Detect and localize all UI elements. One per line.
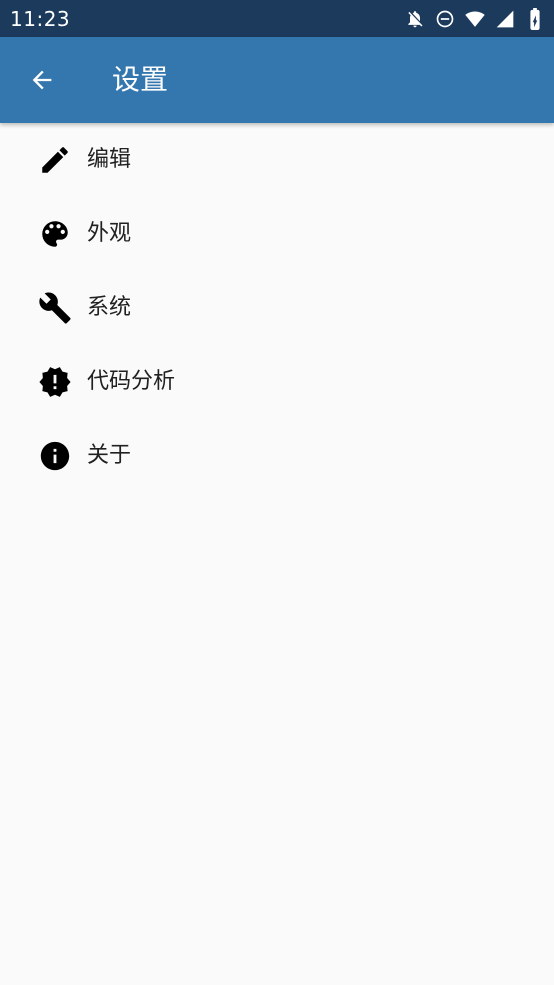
- notifications-off-icon: [404, 8, 426, 30]
- menu-item-code-analysis[interactable]: 代码分析: [0, 345, 554, 419]
- menu-item-label: 外观: [87, 221, 132, 246]
- menu-item-appearance[interactable]: 外观: [0, 197, 554, 271]
- menu-item-system[interactable]: 系统: [0, 271, 554, 345]
- cell-signal-icon: [494, 8, 516, 30]
- menu-item-label: 系统: [87, 295, 132, 320]
- menu-item-about[interactable]: 关于: [0, 419, 554, 493]
- palette-icon: [38, 217, 72, 251]
- alert-badge-icon: [38, 365, 72, 399]
- do-not-disturb-icon: [434, 8, 456, 30]
- menu-item-edit[interactable]: 编辑: [0, 123, 554, 197]
- menu-item-label: 代码分析: [87, 369, 176, 394]
- app-bar: 设置: [0, 37, 554, 123]
- wrench-icon: [38, 291, 72, 325]
- pencil-icon: [38, 143, 72, 177]
- status-time: 11:23: [10, 7, 71, 31]
- info-icon: [38, 439, 72, 473]
- page-title: 设置: [112, 63, 169, 96]
- status-bar: 11:23: [0, 0, 554, 37]
- back-button[interactable]: [18, 56, 66, 104]
- battery-charging-icon: [524, 8, 546, 30]
- status-icons: [404, 7, 546, 31]
- menu-item-label: 关于: [87, 443, 132, 468]
- settings-menu: 编辑 外观 系统 代码分析 关于: [0, 123, 554, 493]
- arrow-back-icon: [32, 70, 52, 90]
- wifi-icon: [464, 8, 486, 30]
- menu-item-label: 编辑: [87, 147, 132, 172]
